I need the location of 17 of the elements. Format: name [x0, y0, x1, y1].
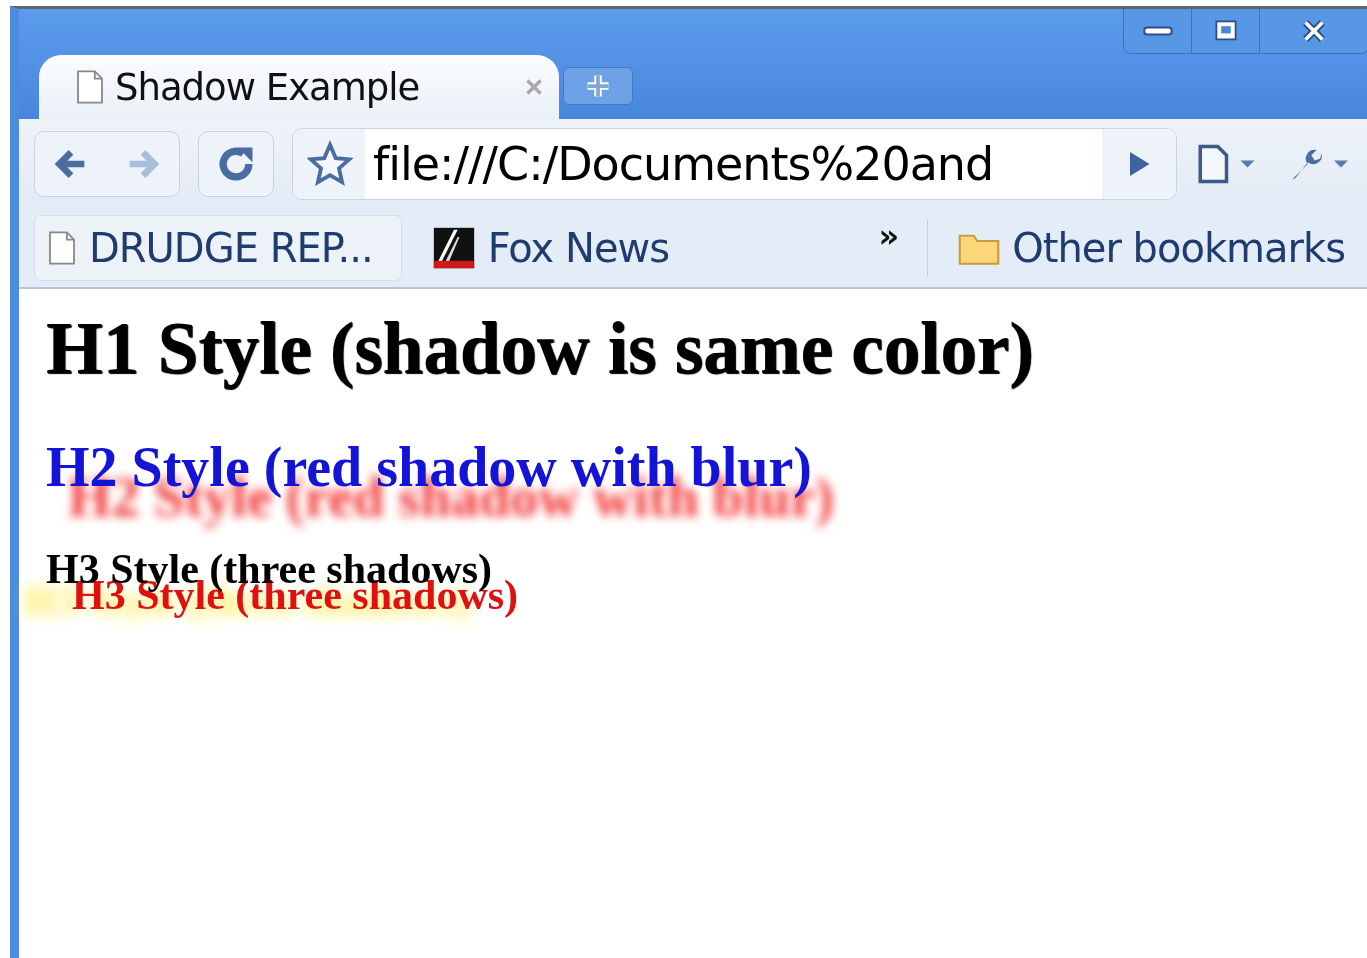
page-icon	[75, 69, 105, 105]
bookmark-item[interactable]: Fox News	[419, 216, 682, 280]
browser-tab[interactable]: Shadow Example	[39, 55, 559, 119]
more-bookmarks-button[interactable]: »	[868, 217, 910, 279]
minimize-button[interactable]	[1124, 9, 1192, 53]
go-icon[interactable]	[1102, 129, 1176, 199]
new-tab-button[interactable]	[563, 67, 633, 105]
page-icon	[47, 230, 77, 266]
close-button[interactable]	[1260, 9, 1367, 53]
logo-icon	[431, 226, 476, 270]
minimize-icon	[1142, 26, 1173, 36]
bookmark-item[interactable]: DRUDGE REP...	[34, 215, 402, 281]
reload-button[interactable]	[198, 131, 274, 197]
maximize-button[interactable]	[1192, 9, 1260, 53]
page-heading: H1 Style (shadow is same color)	[46, 307, 1035, 391]
address-bar[interactable]: file:///C:/Documents%20and	[292, 128, 1177, 200]
other-bookmarks-folder[interactable]: Other bookmarks	[946, 216, 1357, 280]
